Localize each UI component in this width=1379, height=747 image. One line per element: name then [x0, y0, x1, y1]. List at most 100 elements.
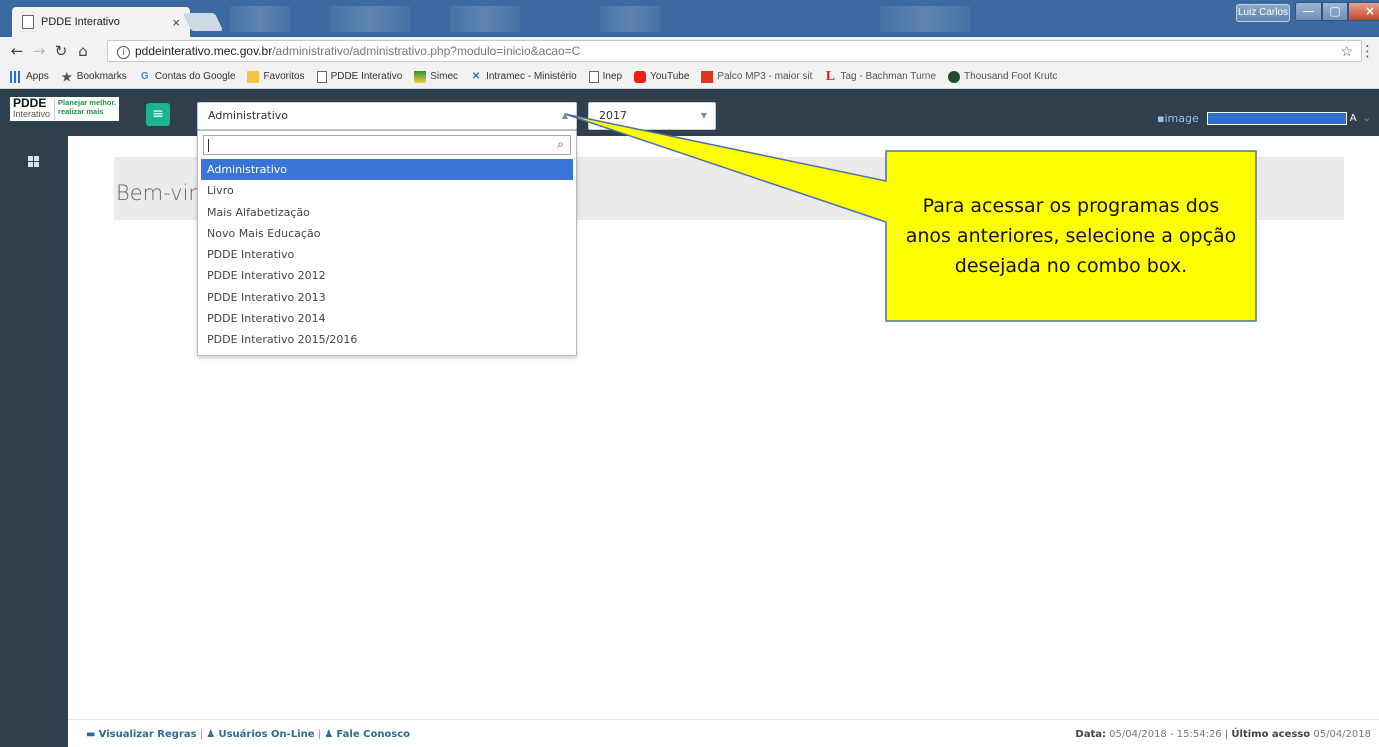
app-header: PDDE Interativo Planejar melhor. realiza… [0, 89, 1379, 136]
youtube-icon [634, 70, 647, 83]
program-dropdown: ⌕ Administrativo Livro Mais Alfabetização N… [197, 130, 577, 356]
logo-slogan: Planejar melhor. realizar mais [54, 98, 116, 120]
user-icon: ♟ [324, 729, 334, 740]
dropdown-option[interactable]: PDDE Interativo 2014 [201, 308, 573, 329]
dropdown-option[interactable]: Mais Alfabetização [201, 202, 573, 223]
dropdown-option[interactable]: PDDE Interativo 2015/2016 [201, 329, 573, 350]
menu-toggle-button[interactable]: ≡ [146, 103, 170, 126]
bookmark-item[interactable]: ★ Bookmarks [61, 69, 126, 84]
background-decoration [880, 6, 970, 32]
forward-arrow-icon[interactable]: → [28, 42, 50, 60]
info-icon[interactable]: i [117, 46, 130, 59]
chevron-down-icon[interactable]: ⌄ [1363, 113, 1371, 124]
year-select-value: 2017 [599, 109, 627, 122]
apps-grid-icon [10, 70, 22, 83]
page-icon [588, 70, 599, 83]
bookmark-label: Contas do Google [154, 71, 236, 82]
home-icon[interactable]: ⌂ [72, 42, 94, 60]
url-input[interactable]: i pddeinterativo.mec.gov.br/administrativ… [107, 40, 1362, 62]
bookmark-star-icon[interactable]: ☆ [1340, 41, 1353, 61]
page-icon [316, 70, 327, 83]
footer: ▬ Visualizar Regras | ♟ Usuários On-Line… [68, 719, 1379, 747]
user-menu[interactable]: ▪image A ⌄ [1157, 112, 1371, 125]
browser-menu-icon[interactable]: ⋮ [1360, 42, 1375, 60]
year-select[interactable]: 2017 ▼ [588, 102, 716, 130]
logo-slogan-line-2: realizar mais [58, 107, 104, 116]
bookmark-label: Intramec - Ministério [486, 71, 577, 82]
rules-link[interactable]: Visualizar Regras [99, 729, 197, 740]
bookmark-label: Favoritos [263, 71, 305, 82]
close-window-button[interactable]: × [1348, 2, 1379, 21]
browser-tab[interactable]: PDDE Interativo × [12, 7, 190, 37]
search-icon: ⌕ [557, 137, 564, 151]
palco-mp3-icon [701, 70, 714, 83]
dropdown-options: Administrativo Livro Mais Alfabetização Nov… [201, 159, 573, 351]
reload-icon[interactable]: ↻ [50, 42, 72, 60]
last-access-label: Último acesso [1231, 729, 1311, 740]
maximize-button[interactable]: ▢ [1322, 2, 1348, 21]
user-name-redacted [1206, 112, 1347, 125]
pdde-logo[interactable]: PDDE Interativo Planejar melhor. realiza… [10, 97, 119, 121]
bookmark-label: PDDE Interativo [330, 71, 403, 82]
background-decoration [330, 6, 410, 32]
date-label: Data: [1075, 729, 1106, 740]
bookmark-label: Tag - Bachman Turne [840, 71, 937, 82]
contact-link[interactable]: Fale Conosco [336, 729, 410, 740]
user-icon: ♟ [206, 729, 216, 740]
close-tab-icon[interactable]: × [172, 15, 180, 30]
address-bar: ← → ↻ ⌂ i pddeinterativo.mec.gov.br/admin… [0, 37, 1379, 65]
bookmark-label: Inep [602, 71, 623, 82]
text-cursor [208, 139, 209, 152]
callout-text: Para acessar os programas dos anos anter… [905, 195, 1237, 277]
x-icon: ✕ [471, 70, 481, 82]
user-name-suffix: A [1349, 113, 1357, 124]
bookmark-label: YouTube [650, 71, 690, 82]
window-controls: — ▢ × [1295, 2, 1379, 21]
page-icon [22, 15, 34, 29]
bookmark-label: Simec [430, 71, 459, 82]
bookmark-item[interactable]: PDDE Interativo [316, 70, 403, 83]
page-title: Bem-vindo [116, 181, 204, 205]
dropdown-option[interactable]: Novo Mais Educação [201, 223, 573, 244]
dropdown-option[interactable]: PDDE Interativo [201, 244, 573, 265]
logo-title-text: PDDE [13, 96, 47, 110]
chevron-down-icon: ▼ [700, 111, 707, 120]
l-letter-icon: L [825, 68, 836, 84]
tab-title: PDDE Interativo [41, 16, 120, 28]
globe-icon [948, 70, 961, 83]
bookmark-label: Palco MP3 - maior sit [717, 71, 813, 82]
background-decoration [230, 6, 290, 32]
footer-links: ▬ Visualizar Regras | ♟ Usuários On-Line… [86, 729, 411, 740]
browser-tabstrip: PDDE Interativo × Luiz Carlos — ▢ × [0, 0, 1379, 37]
bookmark-item[interactable]: Simec [414, 70, 459, 83]
bookmark-item[interactable]: Thousand Foot Krutc [948, 70, 1057, 83]
back-arrow-icon[interactable]: ← [6, 42, 28, 60]
window-user-badge[interactable]: Luiz Carlos [1236, 4, 1290, 22]
bookmark-item[interactable]: YouTube [634, 70, 690, 83]
dropdown-option[interactable]: PDDE Interativo 2013 [201, 287, 573, 308]
folder-icon [247, 70, 260, 83]
footer-date-info: Data: 05/04/2018 - 15:54:26 | Último ace… [1075, 729, 1371, 740]
bookmark-item[interactable]: G Contas do Google [139, 71, 236, 83]
program-select[interactable]: Administrativo ▲ [197, 102, 577, 130]
sidebar [0, 136, 68, 747]
bookmark-item[interactable]: L Tag - Bachman Turne [824, 68, 937, 84]
background-decoration [600, 6, 660, 32]
online-users-link[interactable]: Usuários On-Line [218, 729, 314, 740]
star-icon: ★ [61, 69, 73, 84]
dropdown-option[interactable]: Administrativo [201, 159, 573, 181]
logo-subtitle: Interativo [13, 109, 51, 119]
bookmark-item[interactable]: Favoritos [247, 70, 305, 83]
logo-slogan-line-1: Planejar melhor. [58, 98, 116, 107]
minimize-button[interactable]: — [1295, 2, 1322, 21]
bookmark-item[interactable]: Palco MP3 - maior sit [701, 70, 813, 83]
dropdown-option[interactable]: Livro [201, 180, 573, 201]
dropdown-option[interactable]: PDDE Interativo 2012 [201, 265, 573, 286]
bookmark-item[interactable]: Inep [588, 70, 623, 83]
avatar-alt-text: image [1164, 112, 1199, 125]
bookmark-item[interactable]: ✕ Intramec - Ministério [470, 71, 577, 83]
user-avatar: ▪image [1157, 112, 1199, 125]
bookmark-item[interactable]: Apps [10, 70, 49, 83]
dropdown-search-input[interactable]: ⌕ [203, 135, 571, 155]
dashboard-grid-icon[interactable] [28, 156, 39, 167]
